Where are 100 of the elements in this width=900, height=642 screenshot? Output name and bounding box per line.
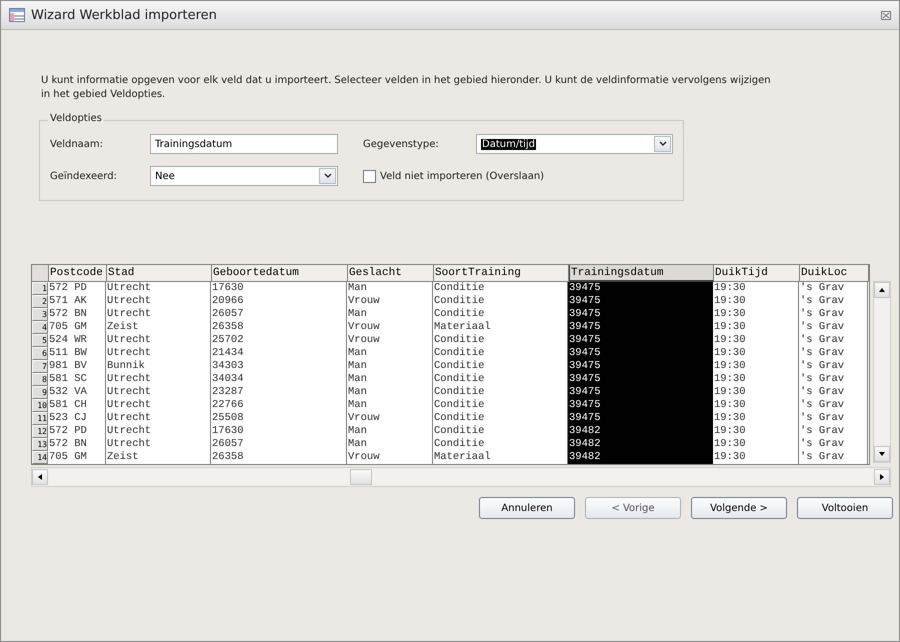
indexed-dropdown[interactable]: Nee [150,166,338,186]
column-header[interactable]: DuikTijd [714,265,800,282]
table-cell: 39475 [568,295,713,308]
table-cell: Conditie [433,386,568,399]
table-cell: 571 AK [48,295,106,308]
vertical-scrollbar[interactable] [873,281,891,463]
row-number: 8 [32,373,48,386]
table-cell: 19:30 [713,438,799,451]
row-number: 3 [32,308,48,321]
table-cell: 19:30 [713,308,799,321]
row-number: 5 [32,334,48,347]
table-cell: Man [347,360,433,373]
table-cell: Man [347,425,433,438]
close-icon[interactable] [881,10,891,20]
column-header[interactable]: Postcode [49,265,107,282]
row-number: 14 [32,451,48,464]
table-cell: 39475 [568,308,713,321]
table-cell: 20966 [211,295,347,308]
field-label: Veldnaam: [50,138,104,150]
up-arrow-icon [878,286,886,294]
data-type-dropdown[interactable]: Datum/tijd [476,134,673,154]
table-cell: 26057 [211,308,347,321]
table-cell: 572 BN [48,438,106,451]
row-number: 9 [32,386,48,399]
table-cell: Utrecht [106,386,211,399]
table-cell: 39475 [568,334,713,347]
table-cell: 19:30 [713,386,799,399]
left-arrow-icon [36,473,44,481]
table-cell: Conditie [433,308,568,321]
table-cell: 39475 [568,373,713,386]
table-cell: 581 CH [48,399,106,412]
table-cell: 39482 [568,451,713,464]
wizard-button[interactable]: Annuleren [479,497,575,519]
table-cell: Man [347,308,433,321]
table-cell: 21434 [211,347,347,360]
table-cell: 39482 [568,438,713,451]
table-cell: 705 GM [48,451,106,464]
row-number: 2 [32,295,48,308]
table-cell: 17630 [211,282,347,295]
table-cell: 705 GM [48,321,106,334]
table-cell: Man [347,399,433,412]
instruction-text: U kunt informatie opgeven voor elk veld dat u importeert. Selecteer velden in het gebied hieronder. U kunt de veldinformatie vervolgens wijzigen in het gebied Veldopties. [41,74,772,102]
table-cell: 17630 [211,425,347,438]
column-header[interactable]: Trainingsdatum [569,265,714,282]
table-cell: Materiaal [433,321,568,334]
table-cell: 23287 [211,386,347,399]
table-cell: Vrouw [347,321,433,334]
row-number: 6 [32,347,48,360]
wizard-button[interactable]: Volgende > [691,497,787,519]
table-cell: Conditie [433,373,568,386]
table-cell: 39475 [568,282,713,295]
table-cell: 39475 [568,399,713,412]
table-cell: Conditie [433,412,568,425]
horizontal-scrollbar[interactable] [31,467,891,487]
table-cell: Vrouw [347,334,433,347]
row-number: 7 [32,360,48,373]
skip-checkbox[interactable] [363,170,376,182]
row-number: 13 [32,438,48,451]
wizard-button[interactable]: Voltooien [797,497,893,519]
table-icon [9,8,25,22]
table-cell: Utrecht [106,425,211,438]
window-title: Wizard Werkblad importeren [31,8,218,22]
table-cell: 34034 [211,373,347,386]
table-cell: Man [347,386,433,399]
table-cell: Conditie [433,295,568,308]
table-cell: 581 SC [48,373,106,386]
down-arrow-icon [878,450,886,458]
table-cell: Utrecht [106,412,211,425]
grid-corner[interactable] [32,265,49,282]
table-cell: Zeist [106,451,211,464]
table-cell: Conditie [433,399,568,412]
table-cell: 22766 [211,399,347,412]
field-label: Gegevenstype: [363,138,440,150]
table-cell: Conditie [433,438,568,451]
group-legend: Veldopties [48,113,104,124]
table-cell: Utrecht [106,282,211,295]
table-cell: 572 BN [48,308,106,321]
column-header[interactable]: Geslacht [348,265,434,282]
table-cell: 26358 [211,321,347,334]
table-cell: 523 CJ [48,412,106,425]
table-cell: 26057 [211,438,347,451]
table-cell: Man [347,347,433,360]
table-cell: Vrouw [347,295,433,308]
row-number: 4 [32,321,48,334]
table-cell: 19:30 [713,399,799,412]
table-cell: Utrecht [106,373,211,386]
table-cell: 39475 [568,321,713,334]
table-cell: Conditie [433,347,568,360]
table-cell: 19:30 [713,451,799,464]
scrollbar-thumb[interactable] [350,469,372,485]
field-name-input[interactable]: Trainingsdatum [150,134,338,154]
column-header[interactable]: DuikLoc [800,265,869,282]
table-cell: Utrecht [106,347,211,360]
column-header[interactable]: SoortTraining [434,265,569,282]
table-cell: Vrouw [347,412,433,425]
column-header[interactable]: Stad [107,265,212,282]
row-number: 12 [32,425,48,438]
row-number: 10 [32,399,48,412]
table-cell: 25508 [211,412,347,425]
column-header[interactable]: Geboortedatum [212,265,348,282]
